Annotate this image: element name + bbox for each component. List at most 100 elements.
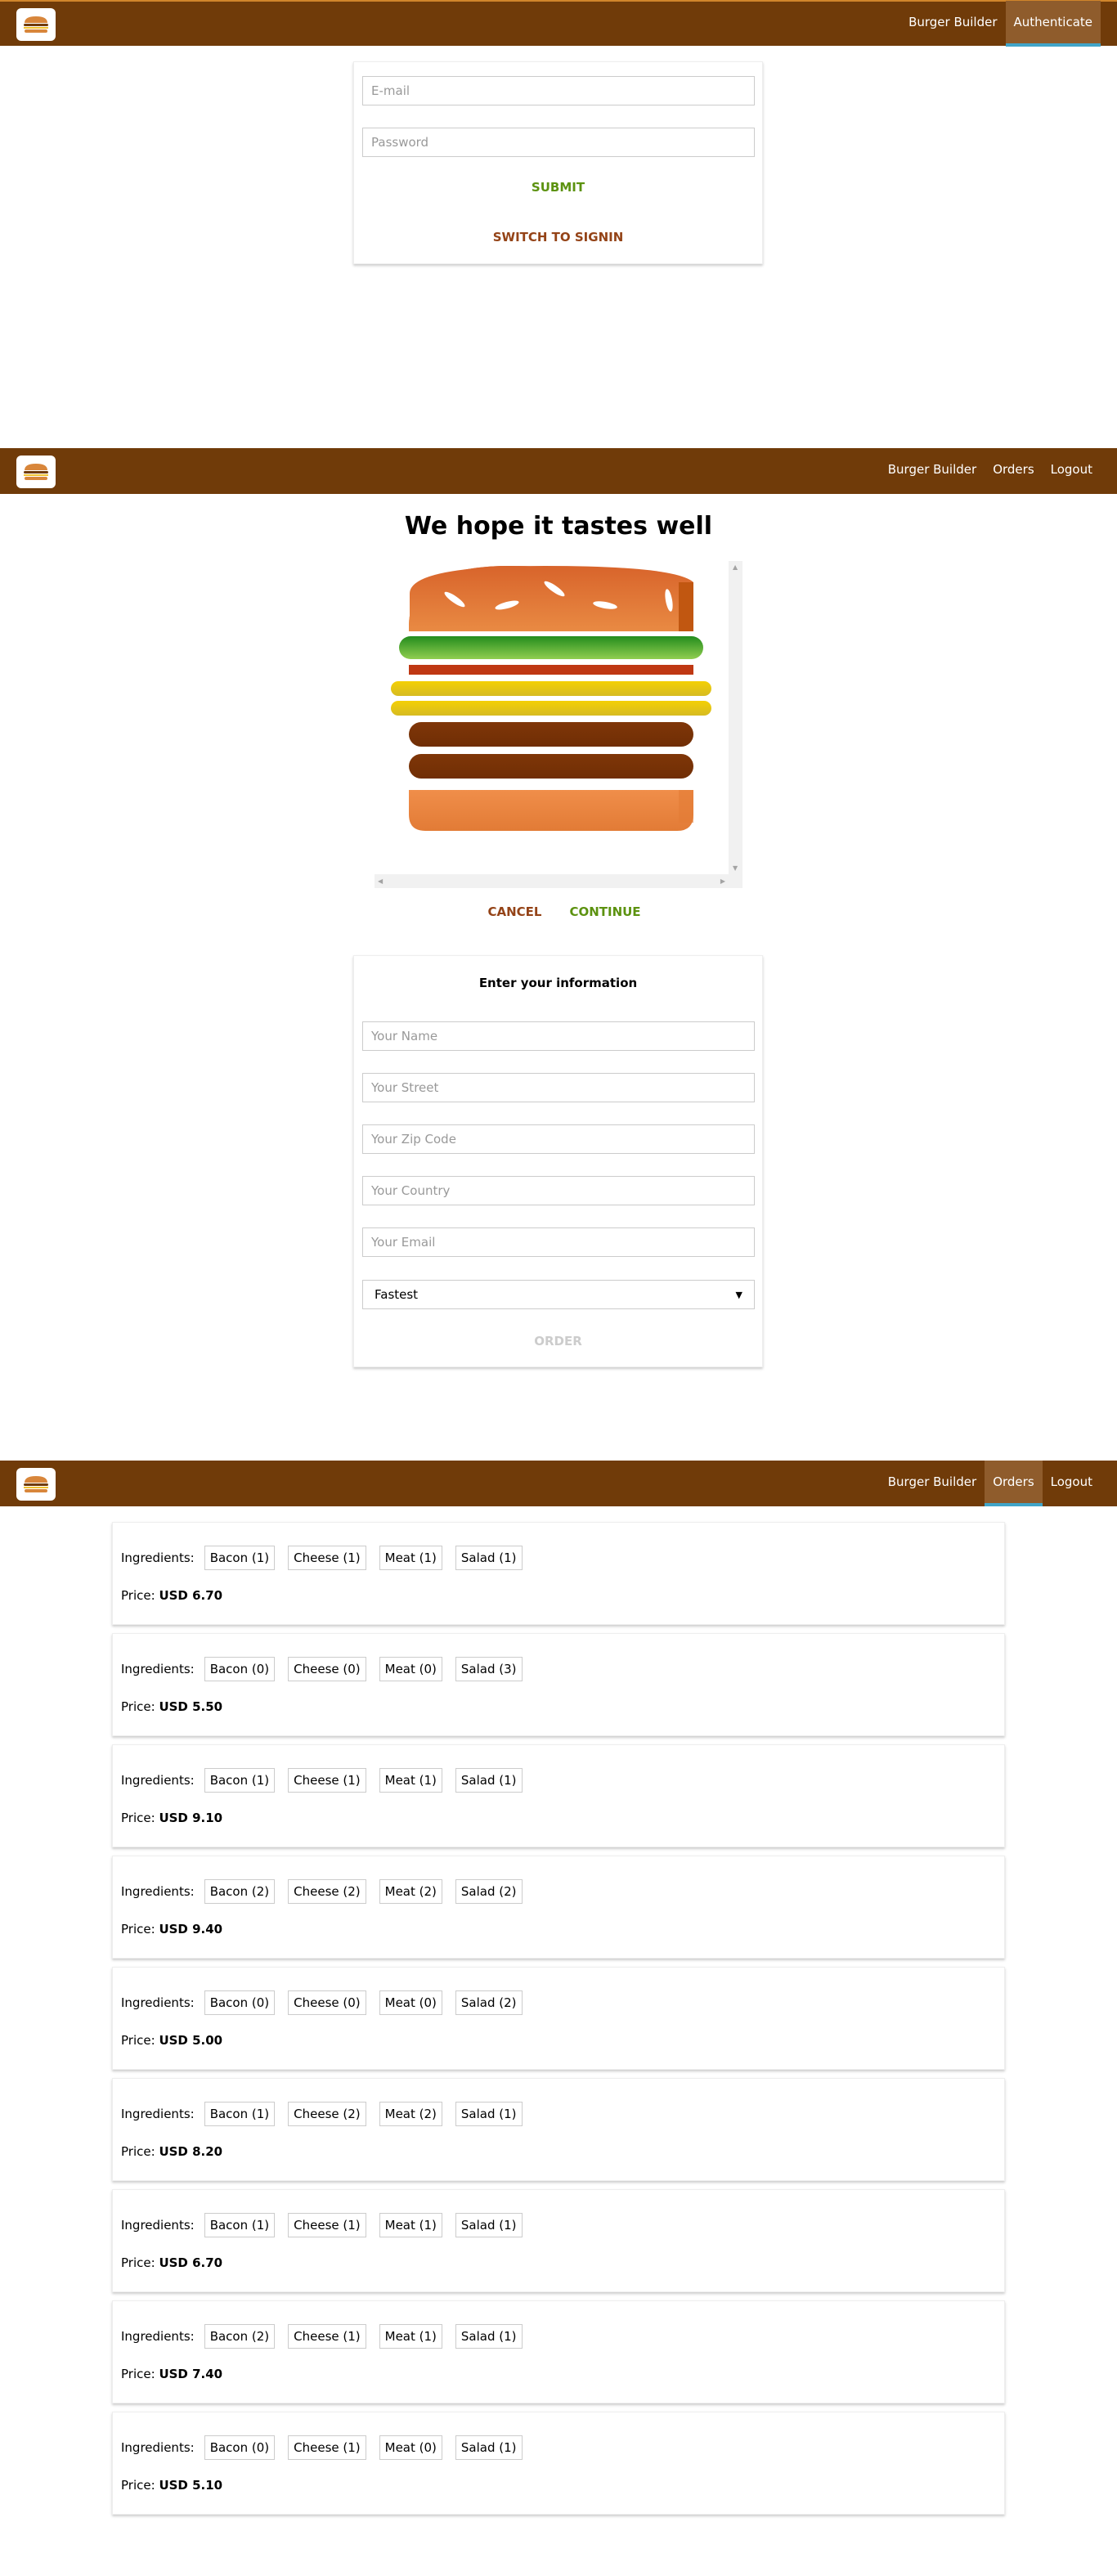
name-field[interactable]: Your Name (362, 1021, 755, 1051)
ingredient-chip: Salad (3) (455, 1657, 523, 1681)
burger-logo-icon (24, 464, 48, 480)
email-field[interactable]: Your Email (362, 1227, 755, 1257)
email-field[interactable]: E-mail (362, 76, 755, 105)
order-price: Price: USD 6.70 (121, 1588, 222, 1603)
ingredients-row: Ingredients: Bacon (1) Cheese (2) Meat (2) S… (121, 2102, 523, 2126)
ingredient-chip: Meat (0) (379, 1657, 442, 1681)
ingredient-chip: Meat (1) (379, 1546, 442, 1570)
chevron-down-icon: ▼ (735, 1289, 742, 1300)
nav-burger-builder[interactable]: Burger Builder (900, 1, 1005, 47)
delivery-select[interactable]: Fastest ▼ (362, 1280, 755, 1309)
price-label: Price: (121, 1922, 155, 1936)
nav-burger-builder[interactable]: Burger Builder (880, 1461, 985, 1506)
burger-logo[interactable] (16, 456, 56, 488)
order-card: Ingredients: Bacon (0) Cheese (1) Meat (0) S… (112, 2412, 1005, 2515)
checkout-nav: Burger Builder Orders Logout (880, 448, 1101, 494)
scroll-left-icon[interactable]: ◀ (378, 877, 383, 885)
price-value: USD 5.10 (159, 2478, 223, 2493)
ingredient-chip: Bacon (1) (204, 2213, 276, 2237)
delivery-value: Fastest (375, 1287, 419, 1302)
scroll-down-icon[interactable]: ▼ (733, 864, 738, 872)
price-label: Price: (121, 1811, 155, 1825)
ingredients-label: Ingredients: (121, 1662, 195, 1676)
price-value: USD 9.40 (159, 1922, 223, 1936)
horizontal-scrollbar[interactable]: ◀ ▶ (375, 874, 729, 888)
ingredient-chip: Bacon (2) (204, 1879, 276, 1904)
scroll-up-icon[interactable]: ▲ (733, 563, 738, 571)
price-label: Price: (121, 2144, 155, 2159)
price-label: Price: (121, 2255, 155, 2270)
ingredient-chip: Cheese (1) (288, 1768, 366, 1793)
ingredient-chip: Bacon (1) (204, 1546, 276, 1570)
ingredients-row: Ingredients: Bacon (2) Cheese (2) Meat (2) S… (121, 1879, 523, 1904)
continue-button[interactable]: CONTINUE (569, 904, 640, 919)
ingredients-label: Ingredients: (121, 2329, 195, 2344)
ingredient-chip: Salad (1) (455, 2435, 523, 2460)
price-label: Price: (121, 1699, 155, 1714)
order-price: Price: USD 8.20 (121, 2144, 222, 2159)
checkout-actions: CANCEL CONTINUE (458, 904, 671, 919)
ingredient-chip: Salad (2) (455, 1879, 523, 1904)
nav-orders[interactable]: Orders (985, 1461, 1043, 1506)
ingredients-row: Ingredients: Bacon (1) Cheese (1) Meat (1) S… (121, 1768, 523, 1793)
switch-signin-button[interactable]: SWITCH TO SIGNIN (354, 230, 762, 245)
price-value: USD 9.10 (159, 1811, 223, 1825)
order-card: Ingredients: Bacon (1) Cheese (1) Meat (1) S… (112, 2189, 1005, 2292)
ingredient-chip: Bacon (1) (204, 1768, 276, 1793)
ingredient-chip: Cheese (0) (288, 1990, 366, 2015)
ingredient-chip: Cheese (2) (288, 2102, 366, 2126)
nav-logout[interactable]: Logout (1043, 448, 1101, 494)
burger-logo[interactable] (16, 8, 56, 41)
cancel-button[interactable]: CANCEL (487, 904, 541, 919)
ingredient-chip: Bacon (0) (204, 2435, 276, 2460)
order-price: Price: USD 6.70 (121, 2255, 222, 2270)
order-button[interactable]: ORDER (354, 1334, 762, 1349)
nav-logout[interactable]: Logout (1043, 1461, 1101, 1506)
ingredient-chip: Salad (1) (455, 2213, 523, 2237)
price-label: Price: (121, 2033, 155, 2048)
ingredient-chip: Cheese (1) (288, 2213, 366, 2237)
nav-authenticate[interactable]: Authenticate (1005, 1, 1101, 47)
ingredient-chip: Meat (1) (379, 2213, 442, 2237)
order-card: Ingredients: Bacon (0) Cheese (0) Meat (0) S… (112, 1967, 1005, 2070)
vertical-scrollbar[interactable]: ▲ ▼ (729, 561, 742, 888)
checkout-title: We hope it tastes well (404, 512, 713, 541)
ingredient-chip: Cheese (1) (288, 2435, 366, 2460)
price-label: Price: (121, 1588, 155, 1603)
ingredients-row: Ingredients: Bacon (0) Cheese (1) Meat (0) S… (121, 2435, 523, 2460)
ingredient-chip: Salad (1) (455, 2102, 523, 2126)
nav-orders[interactable]: Orders (985, 448, 1042, 494)
submit-button[interactable]: SUBMIT (354, 180, 762, 195)
scroll-right-icon[interactable]: ▶ (720, 877, 725, 885)
orders-nav: Burger Builder Orders Logout (880, 1461, 1101, 1506)
burger-logo-icon (24, 1476, 48, 1492)
ingredient-chip: Salad (1) (455, 1546, 523, 1570)
price-value: USD 5.50 (159, 1699, 223, 1714)
checkout-toolbar: Burger Builder Orders Logout (0, 448, 1117, 494)
ingredient-chip: Cheese (1) (288, 2324, 366, 2349)
ingredient-chip: Cheese (0) (288, 1657, 366, 1681)
form-title: Enter your information (478, 976, 638, 990)
price-value: USD 5.00 (159, 2033, 223, 2048)
street-field[interactable]: Your Street (362, 1073, 755, 1102)
ingredient-chip: Salad (1) (455, 2324, 523, 2349)
auth-toolbar: Burger Builder Authenticate (0, 0, 1117, 47)
ingredient-chip: Salad (1) (455, 1768, 523, 1793)
nav-burger-builder[interactable]: Burger Builder (880, 448, 985, 494)
auth-card: E-mail Password SUBMIT SWITCH TO SIGNIN (353, 61, 763, 264)
zip-field[interactable]: Your Zip Code (362, 1124, 755, 1154)
country-field[interactable]: Your Country (362, 1176, 755, 1205)
password-field[interactable]: Password (362, 128, 755, 157)
ingredient-chip: Bacon (2) (204, 2324, 276, 2349)
ingredients-label: Ingredients: (121, 2440, 195, 2455)
order-price: Price: USD 5.50 (121, 1699, 222, 1714)
burger-logo-icon (24, 16, 48, 33)
ingredient-chip: Meat (0) (379, 2435, 442, 2460)
order-price: Price: USD 5.10 (121, 2478, 222, 2493)
price-value: USD 8.20 (159, 2144, 223, 2159)
ingredient-chip: Meat (2) (379, 2102, 442, 2126)
ingredients-label: Ingredients: (121, 1884, 195, 1899)
price-value: USD 7.40 (159, 2367, 223, 2381)
orders-toolbar: Burger Builder Orders Logout (0, 1461, 1117, 1506)
burger-logo[interactable] (16, 1468, 56, 1501)
